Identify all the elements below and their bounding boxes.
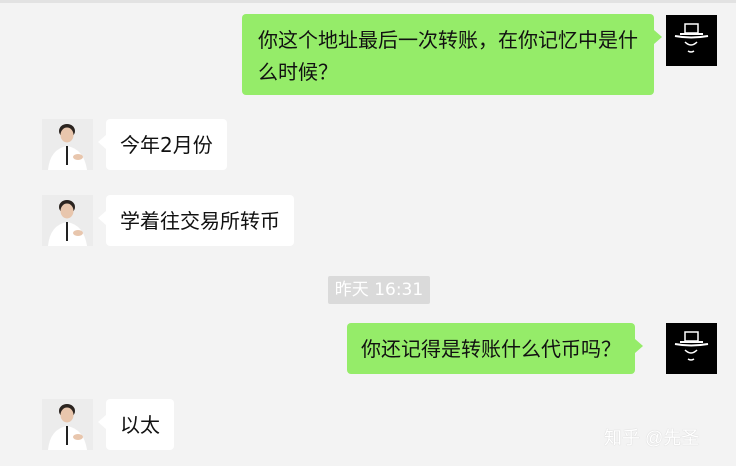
- message-bubble-self[interactable]: 你这个地址最后一次转账，在你记忆中是什么时候？: [242, 14, 662, 95]
- black-hat-avatar-icon: [666, 323, 717, 374]
- man-in-white-shirt-avatar-icon: [42, 399, 93, 450]
- man-in-white-shirt-avatar-icon: [42, 195, 93, 246]
- message-text: 今年2月份: [120, 133, 213, 157]
- self-avatar[interactable]: [666, 323, 717, 374]
- top-divider: [0, 0, 736, 3]
- contact-avatar[interactable]: [42, 195, 93, 246]
- message-bubble-contact[interactable]: 今年2月份: [98, 119, 227, 170]
- black-hat-avatar-icon: [666, 15, 717, 66]
- message-bubble-contact[interactable]: 以太: [98, 399, 174, 450]
- message-text: 学着往交易所转币: [120, 209, 280, 233]
- contact-avatar[interactable]: [42, 399, 93, 450]
- timestamp-badge: 昨天 16:31: [328, 276, 430, 304]
- man-in-white-shirt-avatar-icon: [42, 119, 93, 170]
- message-text: 你还记得是转账什么代币吗？: [361, 337, 621, 361]
- contact-avatar[interactable]: [42, 119, 93, 170]
- message-text: 以太: [120, 413, 160, 437]
- message-bubble-contact[interactable]: 学着往交易所转币: [98, 195, 294, 246]
- watermark: 知乎 @先圣: [604, 428, 700, 448]
- self-avatar[interactable]: [666, 15, 717, 66]
- message-text: 你这个地址最后一次转账，在你记忆中是什么时候？: [258, 28, 638, 84]
- message-bubble-self[interactable]: 你还记得是转账什么代币吗？: [347, 323, 643, 374]
